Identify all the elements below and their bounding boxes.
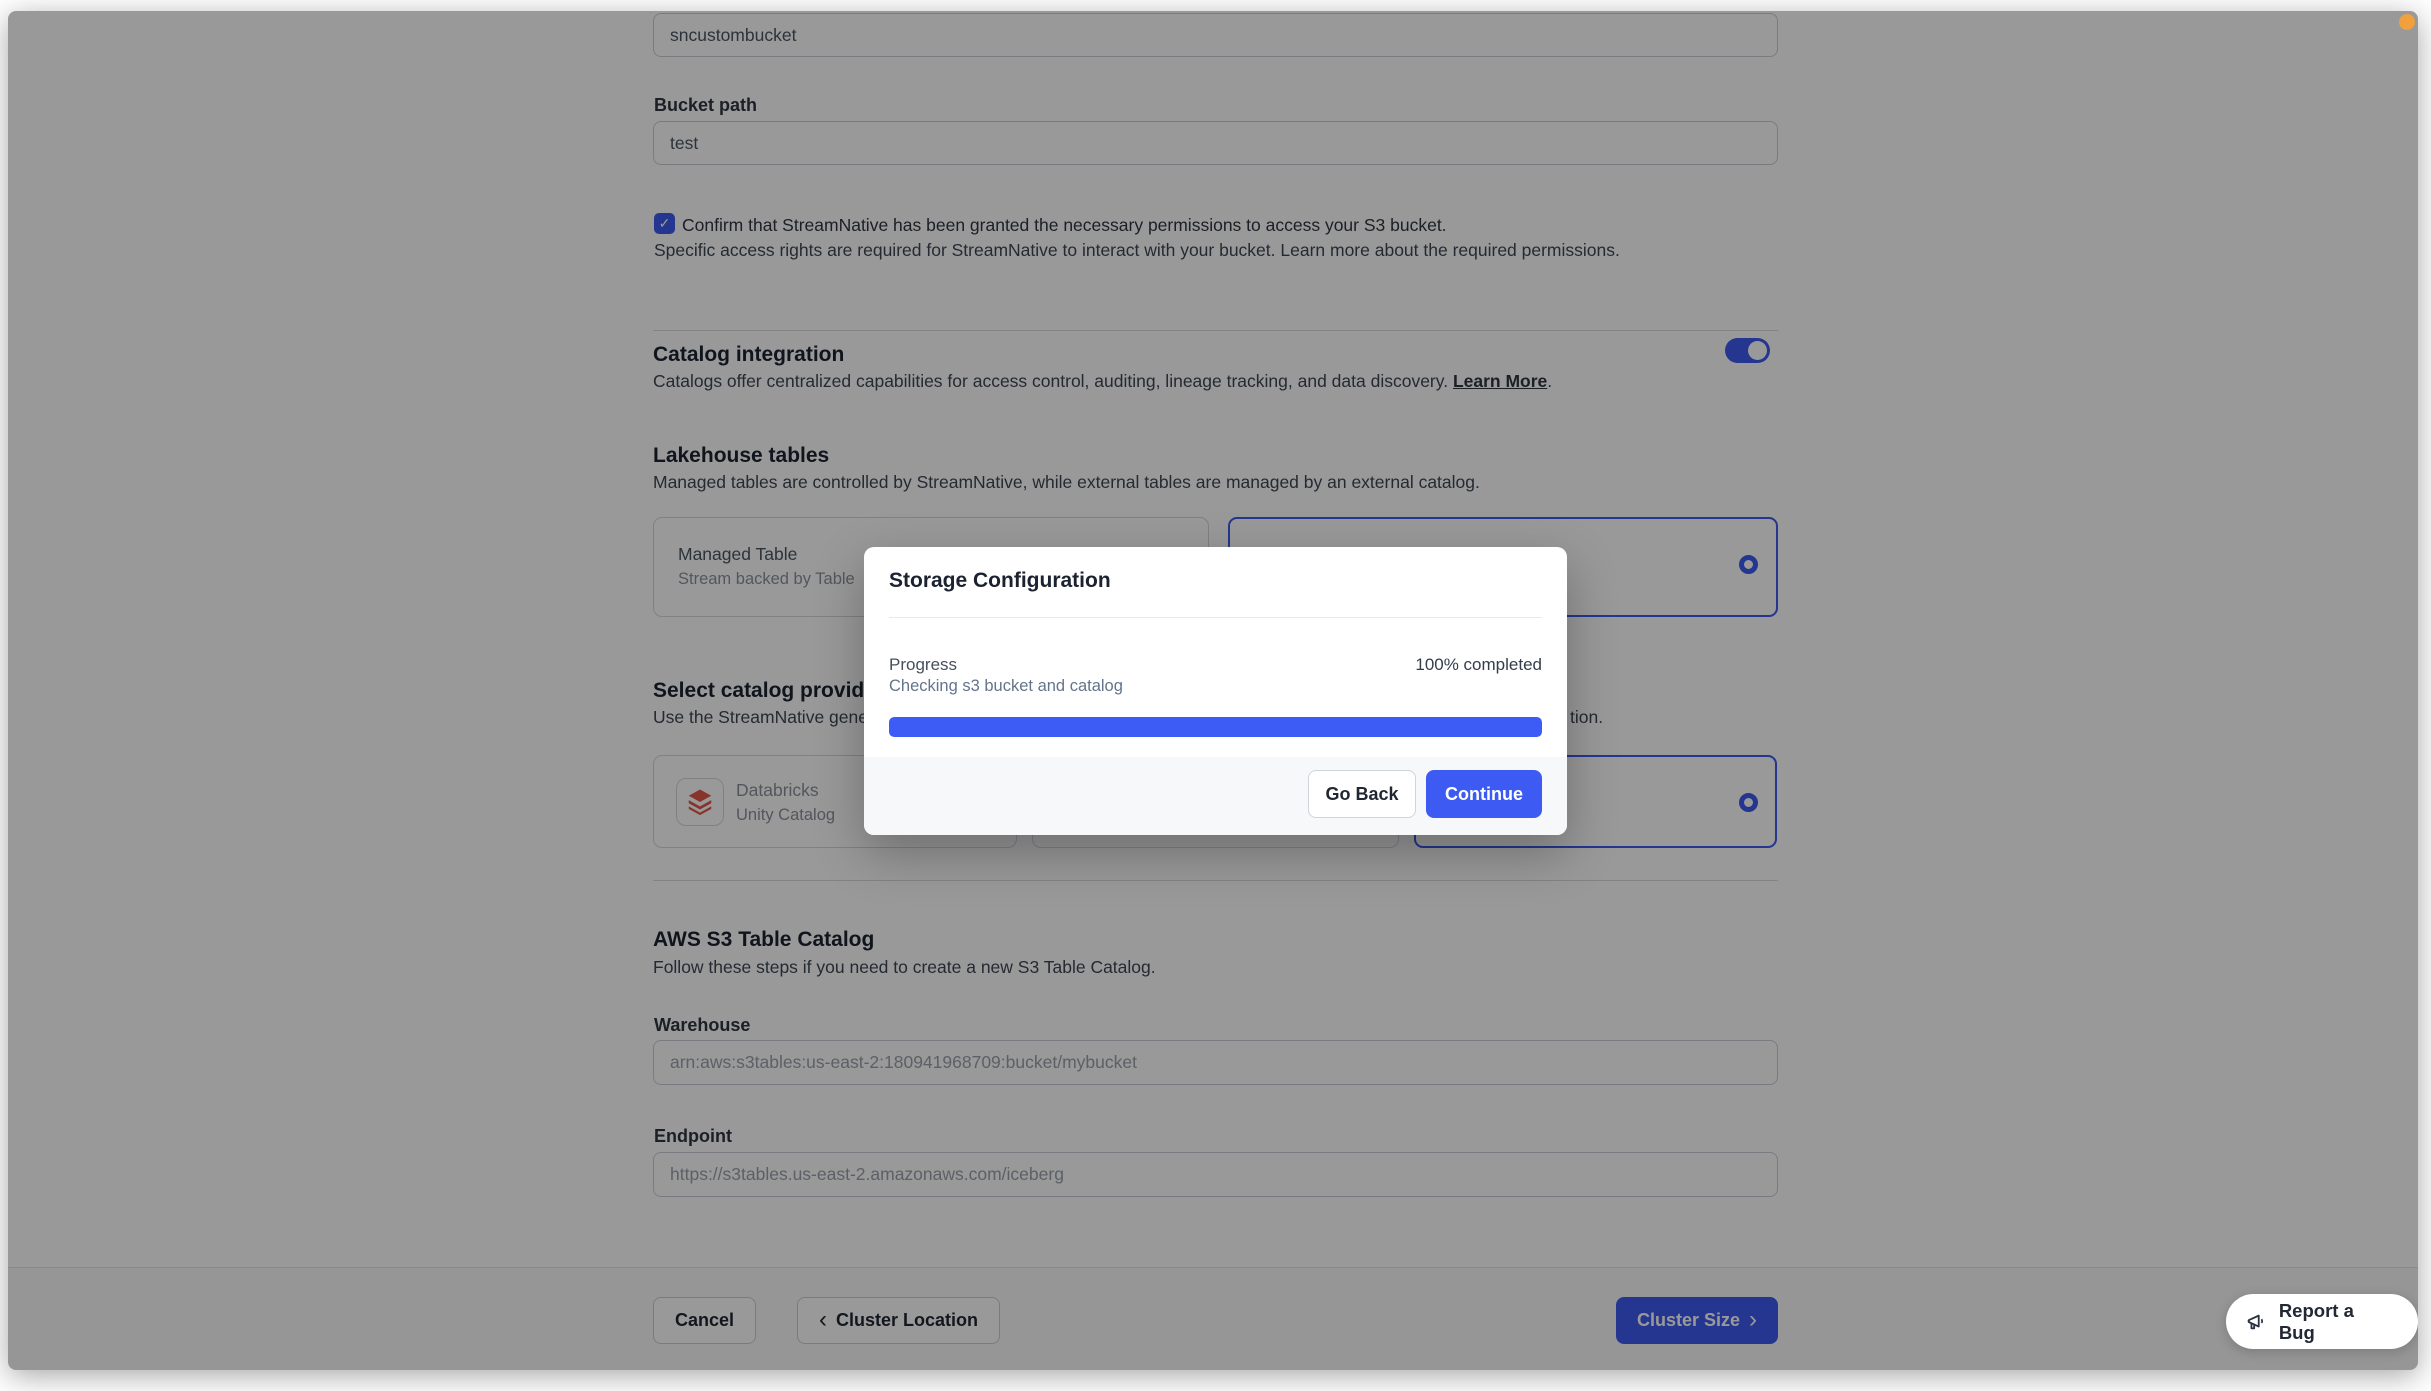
go-back-label: Go Back: [1325, 783, 1399, 804]
modal-divider: [889, 617, 1542, 618]
storage-configuration-modal: Storage Configuration Progress 100% comp…: [864, 547, 1567, 835]
go-back-button[interactable]: Go Back: [1308, 770, 1416, 818]
modal-title: Storage Configuration: [889, 569, 1111, 592]
report-a-bug-button[interactable]: Report a Bug: [2226, 1294, 2418, 1349]
continue-button[interactable]: Continue: [1426, 770, 1542, 818]
app-window: Bucket path ✓ Confirm that StreamNative …: [8, 11, 2418, 1370]
continue-label: Continue: [1445, 783, 1523, 804]
progress-status: 100% completed: [1415, 655, 1542, 674]
report-a-bug-label: Report a Bug: [2278, 1299, 2354, 1343]
megaphone-icon: [2247, 1314, 2264, 1329]
progress-label: Progress: [889, 655, 958, 674]
progress-bar-track: [889, 717, 1542, 737]
progress-detail: Checking s3 bucket and catalog: [889, 677, 1123, 695]
notification-dot: [2399, 14, 2415, 30]
progress-bar-fill: [889, 717, 1542, 737]
modal-footer: Go Back Continue: [864, 757, 1567, 835]
